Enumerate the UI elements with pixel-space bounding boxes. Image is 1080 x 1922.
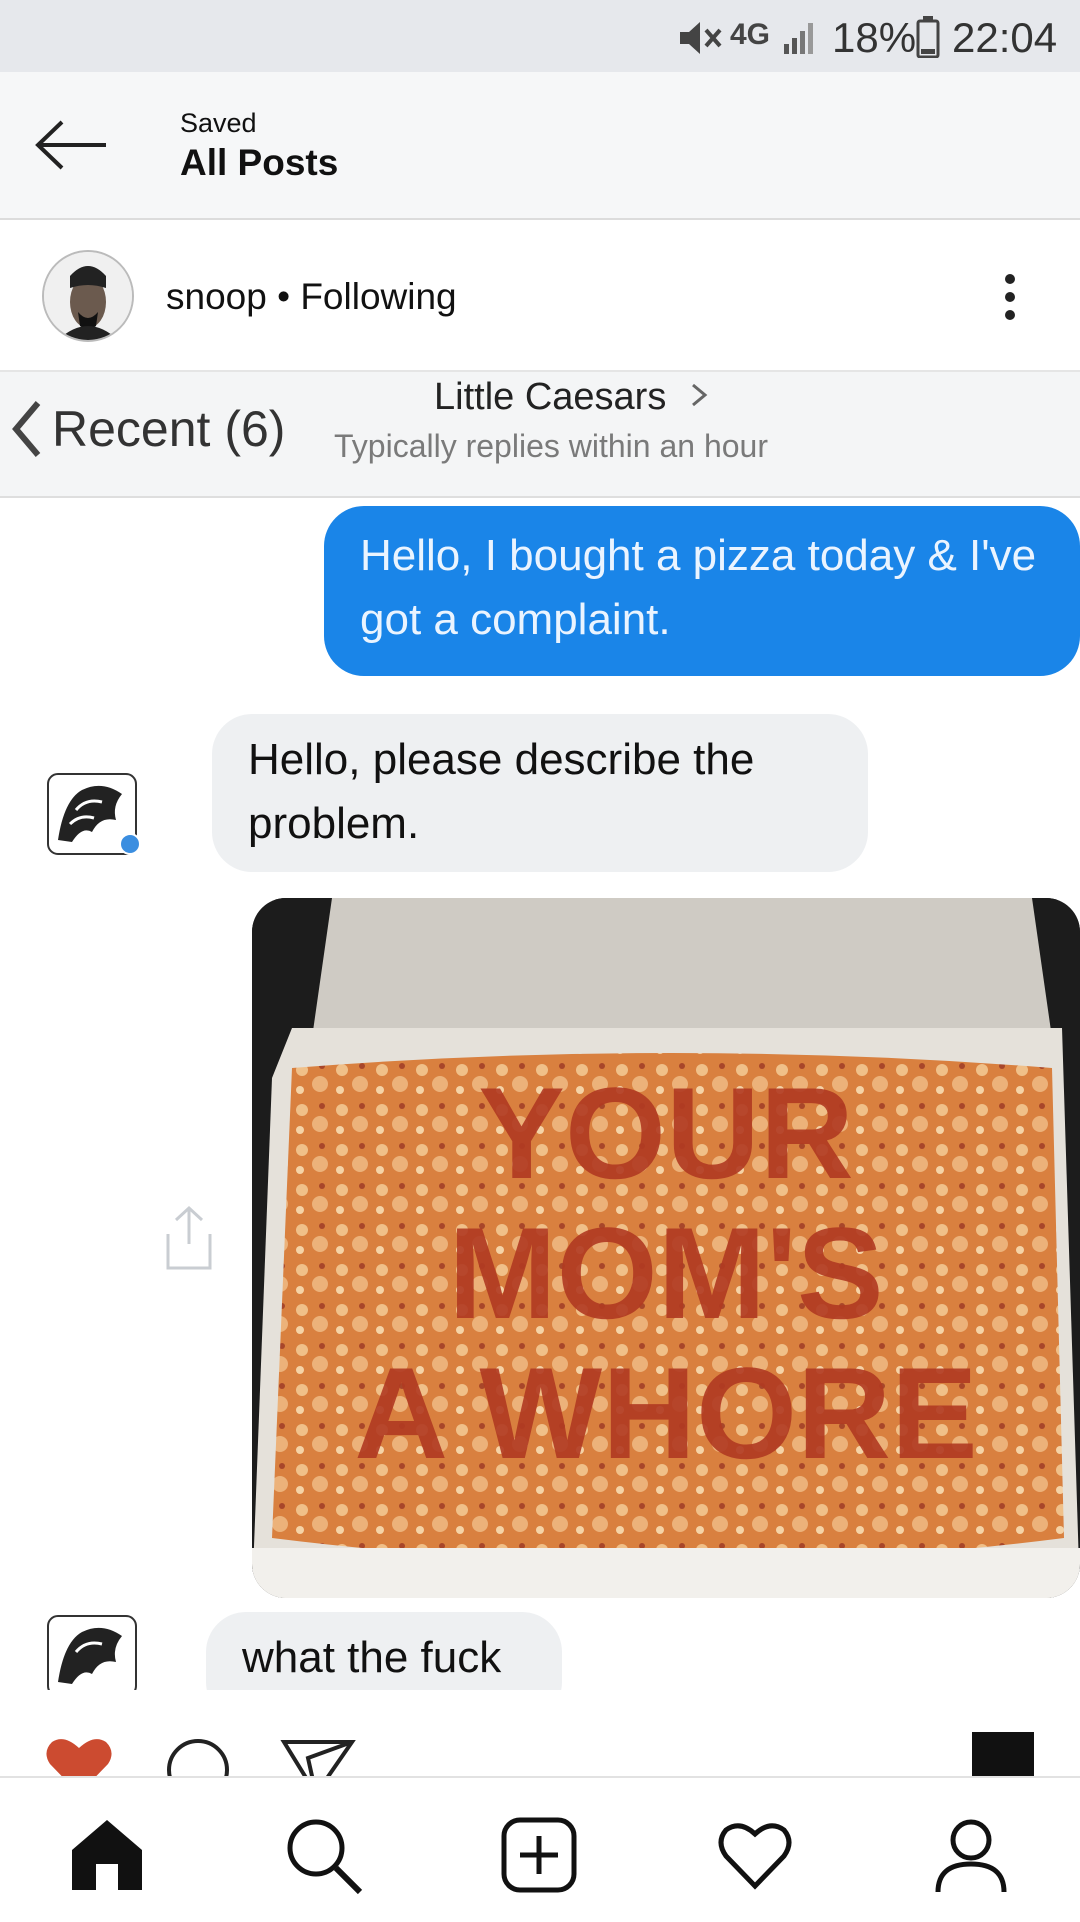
avatar[interactable] [42,250,134,342]
back-button[interactable] [30,110,114,180]
pizza-text-line1: YOUR [478,1060,854,1206]
battery-percent: 18% [832,14,917,61]
post-actions [0,1690,1080,1778]
vertical-dots-icon [1005,274,1015,320]
nav-new-post[interactable] [498,1814,580,1896]
battery-icon [916,16,940,58]
post-username[interactable]: snoop • Following [166,276,457,318]
clock: 22:04 [952,14,1058,61]
share-button [158,1204,220,1274]
contact-status: Typically replies within an hour [334,428,768,464]
activity-heart-icon [718,1823,792,1890]
pizza-text-line2: MOM'S [448,1200,883,1346]
little-caesars-logo-icon [47,1615,137,1690]
recent-back-button: Recent (6) [10,394,285,464]
chat-header: Recent (6) Little Caesars Typically repl… [0,372,1080,498]
arrow-left-icon [35,120,106,170]
nav-activity[interactable] [714,1814,796,1896]
chevron-right-icon [691,383,708,407]
more-options-button[interactable] [990,272,1030,322]
nav-home[interactable] [66,1814,148,1896]
add-post-icon [501,1817,577,1893]
search-icon [287,1819,363,1895]
mute-icon [680,22,722,54]
signal-icon [784,23,813,54]
status-bar: 4G 18% 22:04 [0,0,1080,72]
pizza-box-image: YOUR MOM'S A WHORE [252,898,1080,1598]
recent-label: Recent (6) [52,401,286,457]
app-header: Saved All Posts [0,72,1080,220]
heart-filled-icon[interactable] [42,1734,116,1778]
pizza-photo: YOUR MOM'S A WHORE [252,898,1080,1598]
send-icon[interactable] [280,1734,356,1778]
share-icon [166,1205,212,1270]
user-avatar-image [44,252,132,340]
network-type: 4G [730,18,771,51]
message-bubble-incoming: Hello, please describe the problem. [212,714,868,872]
header-subtitle: Saved [180,108,257,138]
comment-icon[interactable] [162,1734,234,1778]
nav-search[interactable] [282,1814,364,1896]
chevron-left-icon [12,401,41,457]
pizza-text-line3: A WHORE [354,1340,977,1486]
message-bubble-outgoing: Hello, I bought a pizza today & I've got… [324,506,1080,676]
post-image[interactable]: Recent (6) Little Caesars Typically repl… [0,372,1080,1690]
post-header: snoop • Following [0,220,1080,372]
profile-icon [935,1819,1007,1893]
little-caesars-logo-icon [47,773,141,855]
home-icon [72,1820,142,1890]
bottom-navigation [0,1776,1080,1922]
page-title: All Posts [180,142,339,183]
bookmark-icon[interactable] [972,1732,1034,1778]
contact-name: Little Caesars [434,376,713,419]
message-bubble-incoming: what the fuck [206,1612,562,1690]
nav-profile[interactable] [930,1814,1012,1896]
